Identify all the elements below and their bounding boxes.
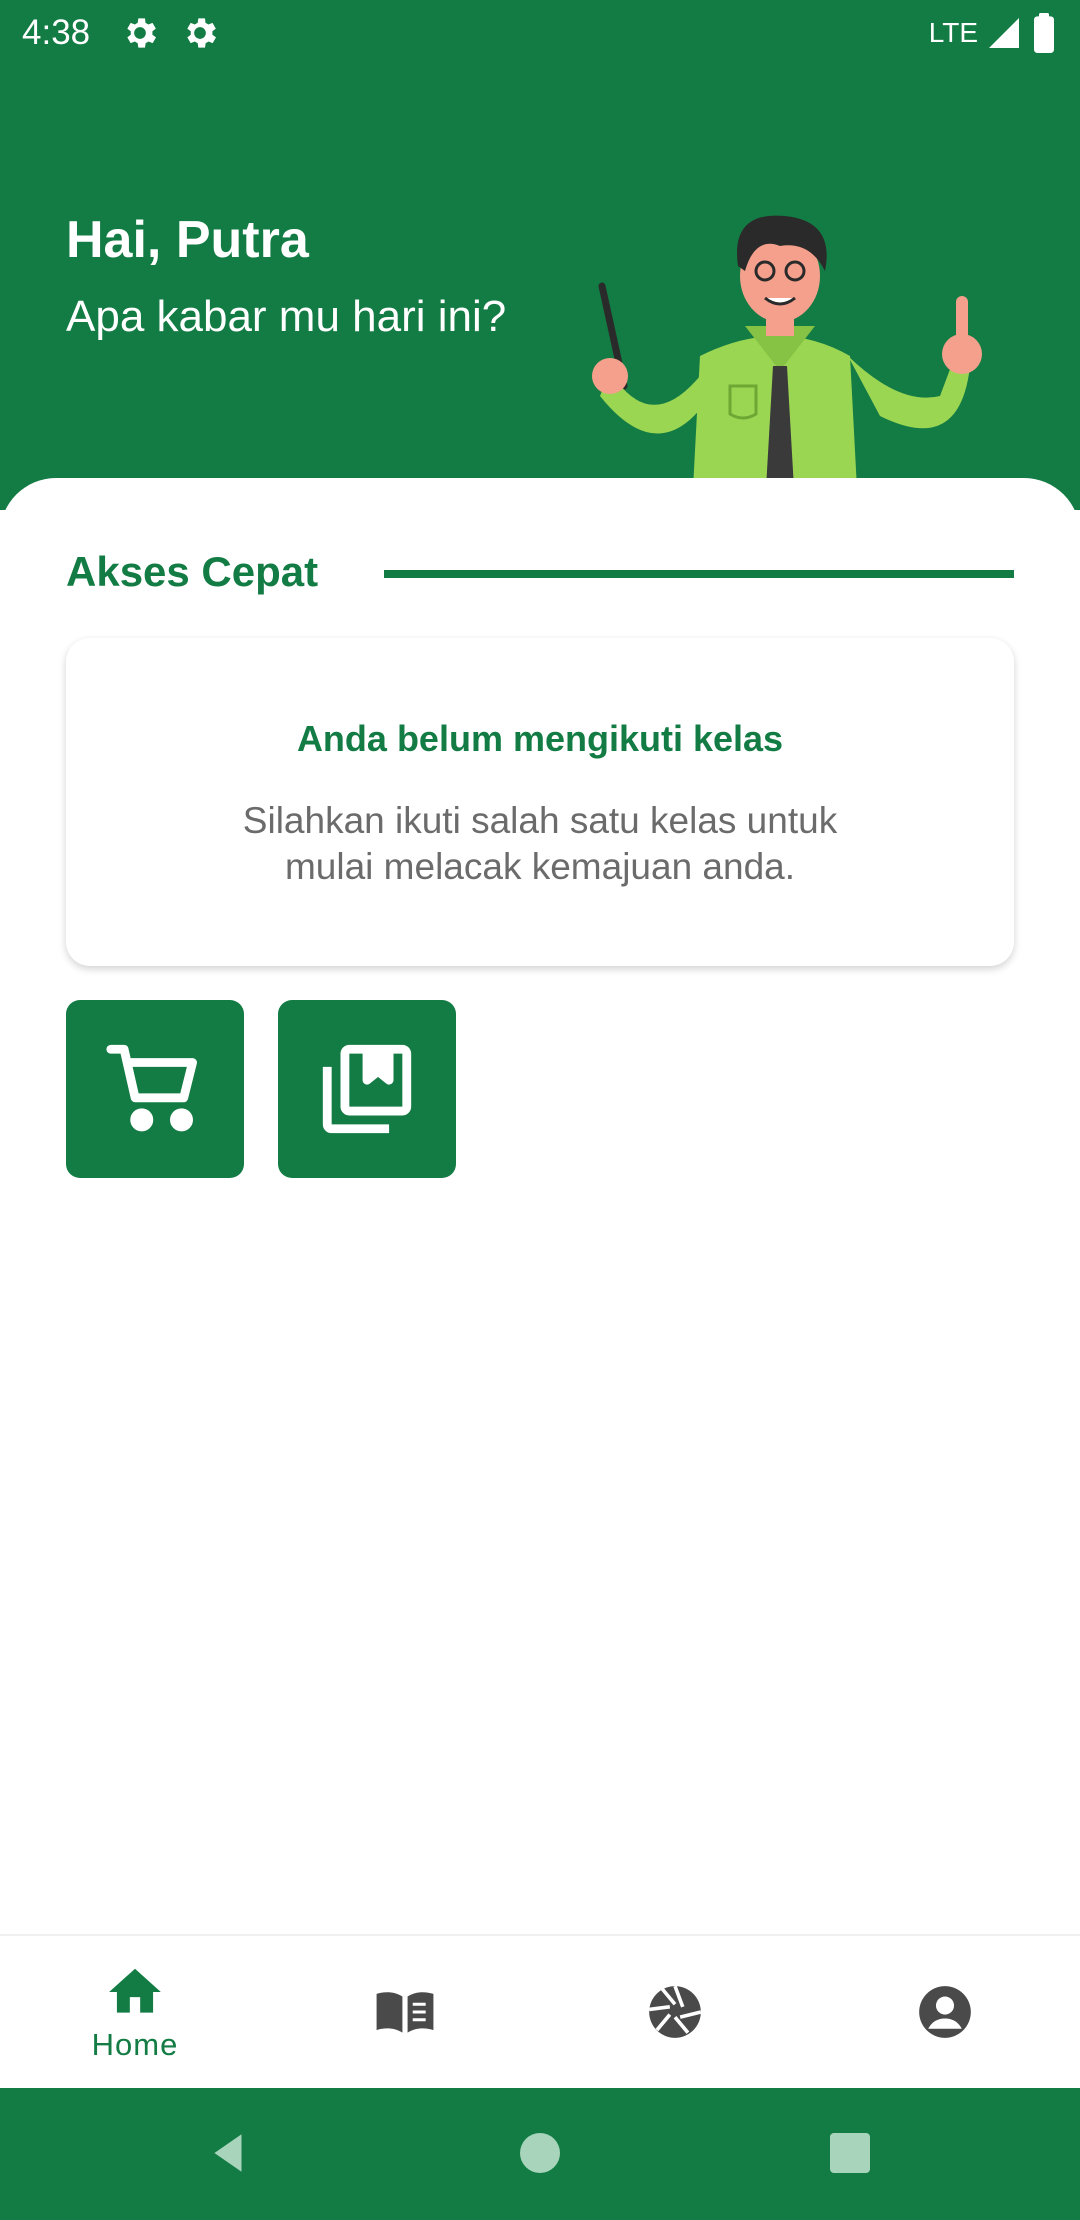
status-bar: 4:38 LTE xyxy=(0,0,1080,66)
library-button[interactable] xyxy=(278,1000,456,1178)
section-divider xyxy=(384,570,1014,578)
empty-class-description: Silahkan ikuti salah satu kelas untuk mu… xyxy=(242,800,838,887)
recents-icon[interactable] xyxy=(826,2128,874,2178)
shopping-cart-icon xyxy=(106,1044,197,1132)
book-icon xyxy=(376,1992,434,2033)
empty-class-title: Anda belum mengikuti kelas xyxy=(296,718,784,759)
nav-item-profile[interactable] xyxy=(810,1936,1080,2088)
home-icon xyxy=(109,1968,161,2013)
system-navigation-bar xyxy=(0,2088,1080,2220)
back-icon[interactable] xyxy=(204,2128,254,2178)
signal-icon xyxy=(989,18,1019,48)
network-type: LTE xyxy=(928,17,978,48)
shop-button[interactable] xyxy=(66,1000,244,1178)
library-bookmark-icon xyxy=(322,1044,412,1134)
nav-item-gallery[interactable] xyxy=(540,1936,810,2088)
nav-item-home[interactable]: Home xyxy=(0,1936,270,2088)
greeting-title: Hai, Putra xyxy=(66,211,309,269)
gear-icon xyxy=(187,18,217,48)
home-button-icon[interactable] xyxy=(516,2128,564,2178)
nav-label-home: Home xyxy=(91,2027,179,2062)
quick-access-title: Akses Cepat xyxy=(66,548,319,595)
gear-icon xyxy=(127,18,157,48)
status-time: 4:38 xyxy=(22,13,91,52)
battery-icon xyxy=(1034,13,1054,53)
bottom-navigation: Home xyxy=(0,1934,1080,2088)
main-content: Akses Cepat Anda belum mengikuti kelas S… xyxy=(0,478,1080,1934)
account-circle-icon xyxy=(919,1986,971,2038)
header: Hai, Putra Apa kabar mu hari ini? xyxy=(0,66,1080,546)
greeting-subtitle: Apa kabar mu hari ini? xyxy=(66,292,507,341)
status-right: LTE xyxy=(929,13,1058,53)
empty-class-card: Anda belum mengikuti kelas Silahkan ikut… xyxy=(66,638,1014,966)
camera-aperture-icon xyxy=(648,1985,702,2038)
nav-item-classes[interactable] xyxy=(270,1936,540,2088)
